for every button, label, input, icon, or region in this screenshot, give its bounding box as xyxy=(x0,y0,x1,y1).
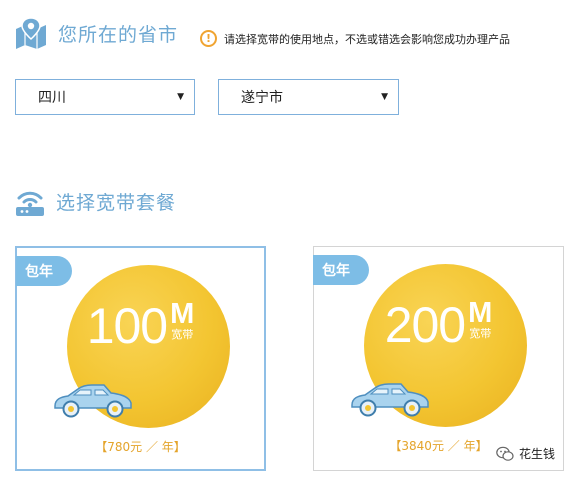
broadband-label: 宽带 xyxy=(469,327,492,340)
city-value: 遂宁市 xyxy=(241,90,283,106)
watermark: 花生钱 xyxy=(496,445,555,462)
location-title: 您所在的省市 xyxy=(58,23,179,46)
chevron-down-icon: ▼ xyxy=(381,92,388,102)
speed-label: 100 M 宽带 xyxy=(17,298,264,354)
car-icon xyxy=(351,383,429,417)
annual-badge: 包年 xyxy=(313,255,369,285)
speed-label: 200 M 宽带 xyxy=(314,297,563,353)
annual-badge: 包年 xyxy=(16,256,72,286)
chevron-down-icon: ▼ xyxy=(177,92,184,102)
speed-value: 100 xyxy=(86,298,168,354)
car-icon xyxy=(54,384,132,418)
location-hint: ! 请选择宽带的使用地点，不选或错选会影响您成功办理产品 xyxy=(200,30,510,47)
wechat-icon xyxy=(496,446,514,461)
speed-value: 200 xyxy=(384,297,466,353)
wifi-router-icon xyxy=(16,191,44,216)
package-card-100m[interactable]: 包年 100 M 宽带 【780元 ／ 年】 xyxy=(15,246,266,471)
warning-icon: ! xyxy=(200,30,217,47)
package-title: 选择宽带套餐 xyxy=(56,191,177,214)
watermark-text: 花生钱 xyxy=(518,447,555,461)
location-section-header: 您所在的省市 xyxy=(14,17,178,49)
map-location-icon xyxy=(16,17,46,49)
city-select[interactable]: 遂宁市 ▼ xyxy=(218,79,399,115)
location-hint-text: 请选择宽带的使用地点，不选或错选会影响您成功办理产品 xyxy=(224,32,510,46)
package-card-200m[interactable]: 包年 200 M 宽带 【3840元 ／ 年】 xyxy=(313,246,564,471)
speed-unit: M xyxy=(468,297,493,329)
province-value: 四川 xyxy=(38,90,66,106)
province-select[interactable]: 四川 ▼ xyxy=(15,79,195,115)
package-price: 【780元 ／ 年】 xyxy=(95,440,186,454)
speed-unit: M xyxy=(170,298,195,330)
broadband-label: 宽带 xyxy=(171,328,194,341)
package-section-header: 选择宽带套餐 xyxy=(14,185,176,217)
